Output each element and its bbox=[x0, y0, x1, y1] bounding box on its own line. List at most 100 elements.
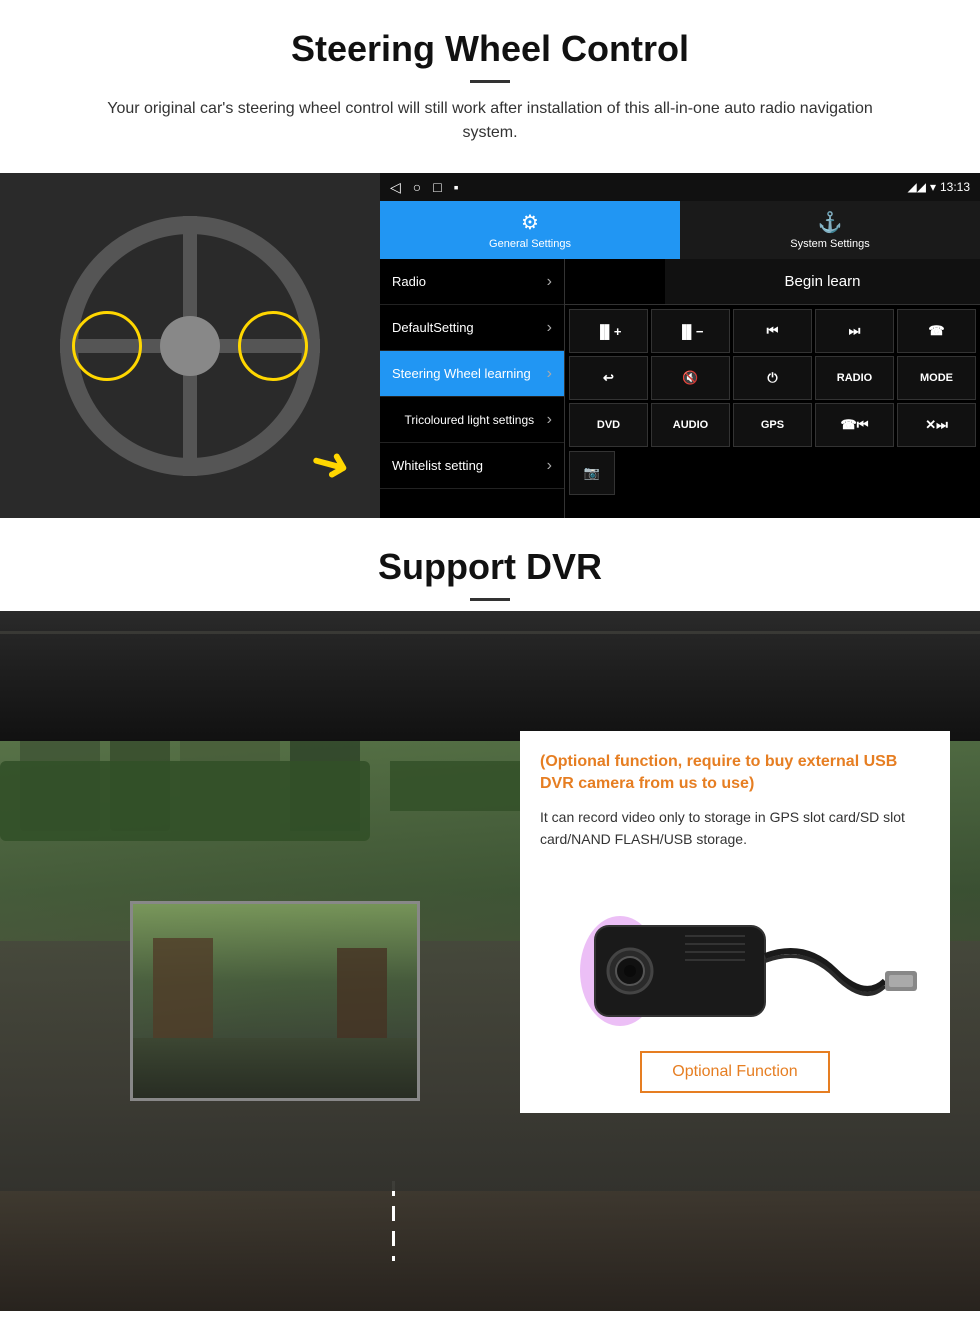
sw-highlight-left bbox=[72, 311, 142, 381]
prev-icon: ⏮ bbox=[767, 323, 779, 339]
menu-item-whitelist[interactable]: Whitelist setting › bbox=[380, 443, 564, 489]
title-divider bbox=[470, 80, 510, 83]
thumbnail-vehicle-2 bbox=[337, 948, 387, 1038]
next-icon: ⏭ bbox=[849, 323, 861, 339]
mute-icon: 🔇 bbox=[682, 370, 698, 386]
sw-hub bbox=[160, 316, 220, 376]
phone-icon: ☎ bbox=[928, 323, 944, 339]
chevron-right-icon: › bbox=[547, 411, 552, 429]
dvr-title: Support DVR bbox=[20, 546, 960, 588]
left-menu: Radio › DefaultSetting › Steering Wheel … bbox=[380, 259, 565, 518]
dashboard-line bbox=[0, 631, 980, 634]
thumbnail-road bbox=[133, 1038, 417, 1098]
audio-label: AUDIO bbox=[673, 419, 708, 431]
dvr-optional-note: (Optional function, require to buy exter… bbox=[540, 751, 930, 796]
section-dvr: Support DVR bbox=[0, 518, 980, 1311]
chevron-right-icon: › bbox=[547, 319, 552, 337]
ctrl-mute[interactable]: 🔇 bbox=[651, 356, 730, 400]
tab-general-settings[interactable]: ⚙ General Settings bbox=[380, 201, 680, 259]
ctrl-gps[interactable]: GPS bbox=[733, 403, 812, 447]
chevron-right-icon: › bbox=[547, 273, 552, 291]
clock: 13:13 bbox=[940, 180, 970, 194]
menu-item-radio[interactable]: Radio › bbox=[380, 259, 564, 305]
nav-recent-icon[interactable]: □ bbox=[433, 179, 441, 195]
steering-wheel-photo bbox=[0, 173, 380, 518]
camera-icon: 📷 bbox=[584, 465, 600, 481]
menu-item-tricoloured[interactable]: Tricoloured light settings › bbox=[380, 397, 564, 443]
section1-title-area: Steering Wheel Control Your original car… bbox=[0, 0, 980, 173]
dvd-label: DVD bbox=[597, 419, 620, 431]
begin-learn-button[interactable]: Begin learn bbox=[665, 259, 980, 304]
ctrl-dvd[interactable]: DVD bbox=[569, 403, 648, 447]
sw-highlight-right bbox=[238, 311, 308, 381]
ctrl-power[interactable]: ⏻ bbox=[733, 356, 812, 400]
nav-home-icon[interactable]: ○ bbox=[413, 179, 421, 195]
steering-wheel-graphic bbox=[50, 206, 330, 486]
dashboard-area bbox=[0, 611, 980, 741]
menu-swlearning-label: Steering Wheel learning bbox=[392, 366, 531, 381]
right-controls: Begin learn ▐▌+ ▐▌− ⏮ bbox=[565, 259, 980, 518]
chevron-right-icon: › bbox=[547, 457, 552, 475]
vol-down-icon: ▐▌− bbox=[677, 324, 703, 339]
ctrl-camera[interactable]: 📷 bbox=[569, 451, 615, 495]
nav-back-icon[interactable]: ◁ bbox=[390, 179, 401, 196]
chevron-right-icon: › bbox=[547, 365, 552, 383]
back-icon: ↩ bbox=[603, 370, 614, 386]
nav-menu-icon[interactable]: ▪ bbox=[454, 179, 459, 195]
gear-icon: ⚙ bbox=[521, 210, 539, 235]
dvr-screenshot-thumbnail bbox=[130, 901, 420, 1101]
dvr-info-card: (Optional function, require to buy exter… bbox=[520, 731, 950, 1113]
ctrl-vol-up[interactable]: ▐▌+ bbox=[569, 309, 648, 353]
radio-label: RADIO bbox=[837, 372, 872, 384]
ctrl-prev[interactable]: ⏮ bbox=[733, 309, 812, 353]
ctrl-phone[interactable]: ☎ bbox=[897, 309, 976, 353]
ctrl-audio[interactable]: AUDIO bbox=[651, 403, 730, 447]
vol-up-icon: ▐▌+ bbox=[595, 324, 621, 339]
wifi-icon: ▾ bbox=[930, 180, 936, 194]
camera-device-svg bbox=[545, 871, 925, 1031]
phone-prev-icon: ☎⏮ bbox=[841, 417, 869, 433]
android-statusbar: ◁ ○ □ ▪ ◢◢ ▾ 13:13 bbox=[380, 173, 980, 201]
signal-icon: ◢◢ bbox=[907, 180, 925, 194]
menu-defaultsetting-label: DefaultSetting bbox=[392, 320, 474, 335]
page-title: Steering Wheel Control bbox=[20, 28, 960, 70]
dvr-title-area: Support DVR bbox=[0, 518, 980, 611]
dvr-screenshot-content bbox=[133, 904, 417, 1098]
menu-tricoloured-label: Tricoloured light settings bbox=[392, 413, 547, 427]
power-icon: ⏻ bbox=[767, 370, 777, 386]
ctrl-vol-down[interactable]: ▐▌− bbox=[651, 309, 730, 353]
tab-system-label: System Settings bbox=[790, 238, 869, 250]
thumbnail-vehicle bbox=[153, 938, 213, 1038]
status-icons: ◢◢ ▾ 13:13 bbox=[907, 180, 970, 194]
dvr-camera-illustration bbox=[540, 866, 930, 1036]
ctrl-radio[interactable]: RADIO bbox=[815, 356, 894, 400]
menu-item-defaultsetting[interactable]: DefaultSetting › bbox=[380, 305, 564, 351]
ctrl-back[interactable]: ↩ bbox=[569, 356, 648, 400]
tab-system-settings[interactable]: ⚓ System Settings bbox=[680, 201, 980, 259]
ctrl-phone-prev[interactable]: ☎⏮ bbox=[815, 403, 894, 447]
ctrl-next[interactable]: ⏭ bbox=[815, 309, 894, 353]
settings-icon: ⚓ bbox=[818, 210, 843, 235]
dvr-divider bbox=[470, 598, 510, 601]
extra-btn-row: 📷 bbox=[565, 451, 980, 495]
dvr-description: It can record video only to storage in G… bbox=[540, 806, 930, 851]
gps-label: GPS bbox=[761, 419, 784, 431]
control-grid: ▐▌+ ▐▌− ⏮ ⏭ ☎ bbox=[565, 305, 980, 451]
menu-item-steering-wheel[interactable]: Steering Wheel learning › bbox=[380, 351, 564, 397]
phone-next-icon: ✕⏭ bbox=[925, 417, 948, 433]
hedge-left bbox=[0, 761, 370, 841]
tab-general-label: General Settings bbox=[489, 238, 571, 250]
mode-label: MODE bbox=[920, 372, 953, 384]
menu-whitelist-label: Whitelist setting bbox=[392, 458, 483, 473]
section-steering-wheel: Steering Wheel Control Your original car… bbox=[0, 0, 980, 518]
android-tabs: ⚙ General Settings ⚓ System Settings bbox=[380, 201, 980, 259]
arrow-indicator bbox=[310, 438, 370, 488]
optional-function-button[interactable]: Optional Function bbox=[640, 1051, 829, 1093]
ctrl-mode[interactable]: MODE bbox=[897, 356, 976, 400]
ctrl-phone-next[interactable]: ✕⏭ bbox=[897, 403, 976, 447]
android-ui-panel: ◁ ○ □ ▪ ◢◢ ▾ 13:13 ⚙ General Settings ⚓ bbox=[380, 173, 980, 518]
road-markings bbox=[392, 1181, 395, 1261]
dvr-background-scene: (Optional function, require to buy exter… bbox=[0, 611, 980, 1311]
begin-learn-row: Begin learn bbox=[565, 259, 980, 305]
menu-radio-label: Radio bbox=[392, 274, 426, 289]
